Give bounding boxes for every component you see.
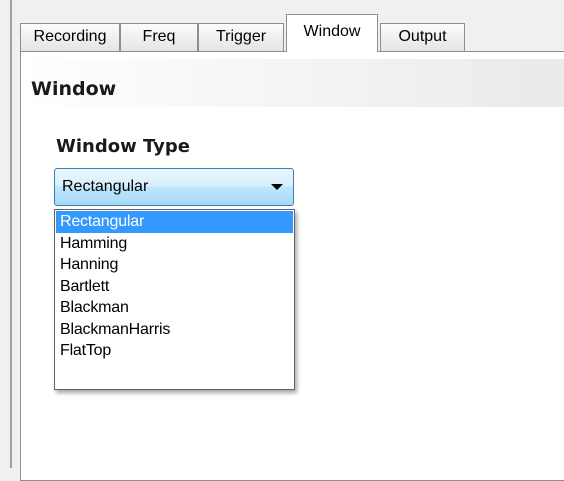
- tab-freq[interactable]: Freq: [120, 23, 198, 51]
- dropdown-option-rectangular[interactable]: Rectangular: [56, 211, 293, 233]
- tab-output[interactable]: Output: [380, 23, 465, 51]
- window-type-dropdown-list: Rectangular Hamming Hanning Bartlett Bla…: [54, 209, 295, 390]
- dropdown-option-flattop[interactable]: FlatTop: [56, 340, 293, 362]
- panel-title: Window: [31, 78, 117, 100]
- window-left-border: [10, 0, 12, 468]
- dropdown-option-blackmanharris[interactable]: BlackmanHarris: [56, 319, 293, 341]
- window-type-select-value: Rectangular: [62, 178, 149, 195]
- window-type-label: Window Type: [56, 136, 190, 157]
- dropdown-option-bartlett[interactable]: Bartlett: [56, 276, 293, 298]
- dropdown-option-hanning[interactable]: Hanning: [56, 254, 293, 276]
- chevron-down-icon[interactable]: [271, 184, 283, 190]
- tab-recording[interactable]: Recording: [20, 23, 120, 51]
- tab-trigger[interactable]: Trigger: [198, 23, 284, 51]
- window-tab-panel: Window Window Type Rectangular Rectangul…: [20, 51, 564, 481]
- dropdown-option-blackman[interactable]: Blackman: [56, 297, 293, 319]
- window-type-select[interactable]: Rectangular: [54, 168, 294, 206]
- tab-window[interactable]: Window: [286, 14, 378, 52]
- dropdown-option-hamming[interactable]: Hamming: [56, 233, 293, 255]
